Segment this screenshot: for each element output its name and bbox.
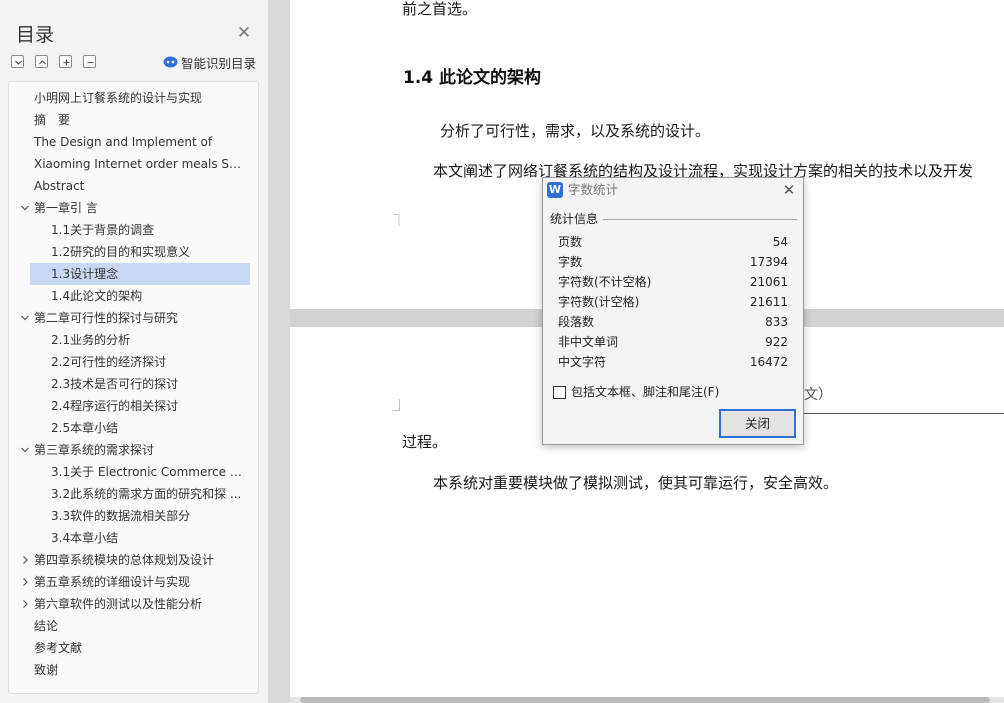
toc-item[interactable]: 1.1关于背景的调查 <box>51 219 256 241</box>
stat-value: 21061 <box>749 275 788 289</box>
include-notes-option[interactable]: 包括文本框、脚注和尾注(F) <box>553 383 719 401</box>
toc-item[interactable]: 2.4程序运行的相关探讨 <box>51 395 256 417</box>
toc-item[interactable]: 第五章系统的详细设计与实现 <box>34 571 256 593</box>
toc-item[interactable]: 3.3软件的数据流相关部分 <box>51 505 256 527</box>
toc-item[interactable]: 第二章可行性的探讨与研究 <box>34 307 256 329</box>
toc-item[interactable]: 结论 <box>34 615 256 637</box>
stat-value: 54 <box>772 235 788 249</box>
toc-item[interactable]: 1.2研究的目的和实现意义 <box>51 241 256 263</box>
stat-row: 页数 54 <box>558 232 788 252</box>
toc-item[interactable]: 第三章系统的需求探讨 <box>34 439 256 461</box>
stat-label: 字符数(计空格) <box>558 295 640 309</box>
stat-label: 页数 <box>558 235 583 249</box>
stat-value: 922 <box>765 335 788 349</box>
page-paragraph: 分析了可行性，需求，以及系统的设计。 <box>440 122 711 140</box>
ai-icon <box>163 56 178 68</box>
close-button[interactable]: 关闭 <box>719 409 796 438</box>
toc-item[interactable]: 3.1关于 Electronic Commerce 在 ... <box>51 461 250 483</box>
toc-item[interactable]: 2.3技术是否可行的探讨 <box>51 373 256 395</box>
include-notes-checkbox[interactable] <box>553 385 566 399</box>
nav-title: 目录 <box>16 24 55 46</box>
toc-item[interactable]: 摘 要 <box>34 109 256 131</box>
smart-toc-label: 智能识别目录 <box>181 55 257 71</box>
dialog-title: 字数统计 <box>568 182 619 197</box>
toc-item[interactable]: 第六章软件的测试以及性能分析 <box>34 593 256 615</box>
navigation-pane: 目录 ✕ 智能识别目录 小明网上订餐系统的设计与实现 摘 要 The Desig… <box>0 0 268 703</box>
stat-row: 中文字符 16472 <box>558 352 788 372</box>
collapse-all-icon[interactable] <box>11 55 24 68</box>
remove-heading-icon[interactable] <box>83 55 96 68</box>
toc-item[interactable]: 第一章引 言 <box>34 197 256 219</box>
toc-item[interactable]: 致谢 <box>34 659 256 681</box>
margin-corner-mark <box>392 399 400 411</box>
toc-item[interactable]: 3.4本章小结 <box>51 527 256 549</box>
stat-value: 17394 <box>749 255 788 269</box>
section-divider <box>603 219 797 220</box>
toc-item[interactable]: 3.2此系统的需求方面的研究和探 ... <box>51 483 250 505</box>
stat-row: 字符数(计空格) 21611 <box>558 292 788 312</box>
toc-item[interactable]: 2.1业务的分析 <box>51 329 256 351</box>
add-heading-icon[interactable] <box>59 55 72 68</box>
stat-value: 16472 <box>749 355 788 369</box>
pane-splitter[interactable] <box>268 0 290 703</box>
page-paragraph: 本系统对重要模块做了模拟测试，使其可靠运行，安全高效。 <box>433 474 839 492</box>
stat-row: 段落数 833 <box>558 312 788 332</box>
toc-item[interactable]: 参考文献 <box>34 637 256 659</box>
stat-row: 非中文单词 922 <box>558 332 788 352</box>
toc-item[interactable]: 2.2可行性的经济探讨 <box>51 351 256 373</box>
toc-item[interactable]: 2.5本章小结 <box>51 417 256 439</box>
stat-label: 字数 <box>558 255 583 269</box>
header-rule <box>797 413 1004 414</box>
margin-corner-mark <box>393 214 400 226</box>
toc-item-selected[interactable]: 1.3设计理念 <box>30 263 250 285</box>
stat-row: 字符数(不计空格) 21061 <box>558 272 788 292</box>
page-paragraph: 过程。 <box>402 433 448 451</box>
chevron-down-icon[interactable] <box>19 197 31 219</box>
stat-value: 21611 <box>749 295 788 309</box>
stat-label: 段落数 <box>558 315 595 329</box>
stat-label: 字符数(不计空格) <box>558 275 652 289</box>
chevron-right-icon[interactable] <box>19 593 31 615</box>
chevron-right-icon[interactable] <box>19 571 31 593</box>
include-notes-label[interactable]: 包括文本框、脚注和尾注(F) <box>571 383 719 401</box>
page-text: 前之首选。 <box>402 0 478 18</box>
app-logo-icon: W <box>547 182 563 198</box>
horizontal-scrollbar[interactable] <box>290 697 1004 703</box>
toc-item[interactable]: The Design and Implement of <box>34 131 256 153</box>
chevron-down-icon[interactable] <box>19 307 31 329</box>
section-heading: 1.4 此论文的架构 <box>403 68 542 88</box>
chevron-right-icon[interactable] <box>19 549 31 571</box>
stat-label: 非中文单词 <box>558 335 619 349</box>
toc-item[interactable]: Abstract <box>34 175 256 197</box>
scrollbar-thumb[interactable] <box>300 697 990 703</box>
stat-label: 中文字符 <box>558 355 607 369</box>
expand-all-icon[interactable] <box>35 55 48 68</box>
close-icon[interactable]: ✕ <box>781 181 797 199</box>
toc-item[interactable]: 小明网上订餐系统的设计与实现 <box>34 87 256 109</box>
toc-list: 小明网上订餐系统的设计与实现 摘 要 The Design and Implem… <box>8 81 259 694</box>
stat-value: 833 <box>765 315 788 329</box>
smart-toc-button[interactable]: 智能识别目录 <box>163 53 256 71</box>
toc-item[interactable]: Xiaoming Internet order meals Sy ... <box>34 153 246 175</box>
close-icon[interactable]: ✕ <box>236 25 252 42</box>
word-count-dialog: W 字数统计 ✕ 统计信息 页数 54 字数 17394 字符数(不计空格) 2… <box>542 177 804 445</box>
toc-item[interactable]: 1.4此论文的架构 <box>51 285 256 307</box>
stat-row: 字数 17394 <box>558 252 788 272</box>
section-label: 统计信息 <box>550 212 599 226</box>
toc-item[interactable]: 第四章系统模块的总体规划及设计 <box>34 549 256 571</box>
chevron-down-icon[interactable] <box>19 439 31 461</box>
